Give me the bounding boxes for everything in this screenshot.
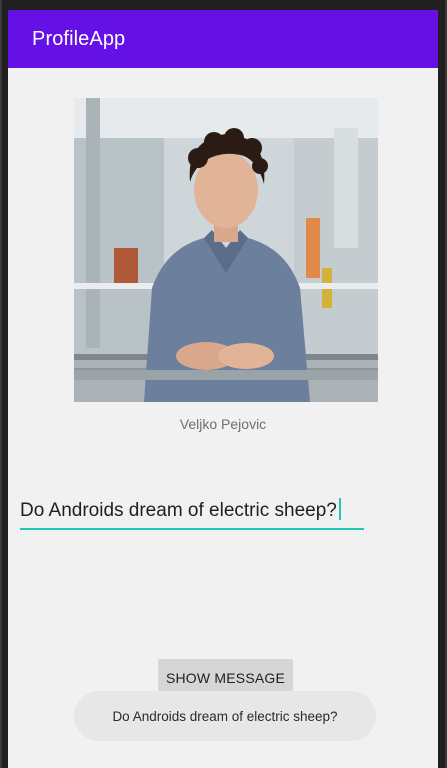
message-input[interactable]: Do Androids dream of electric sheep? <box>20 494 364 530</box>
screen: ProfileApp Veljko Pejovic Do Androids dr… <box>8 10 438 768</box>
profile-name: Veljko Pejovic <box>179 416 267 432</box>
message-input-value[interactable]: Do Androids dream of electric sheep? <box>20 498 341 522</box>
profile-photo <box>74 98 378 402</box>
app-title: ProfileApp <box>32 27 126 50</box>
frame-edge-left <box>0 0 2 768</box>
device-frame: ProfileApp Veljko Pejovic Do Androids dr… <box>0 0 447 768</box>
toast-message: Do Androids dream of electric sheep? <box>74 691 376 741</box>
app-bar: ProfileApp <box>8 10 438 68</box>
text-caret <box>338 498 341 520</box>
